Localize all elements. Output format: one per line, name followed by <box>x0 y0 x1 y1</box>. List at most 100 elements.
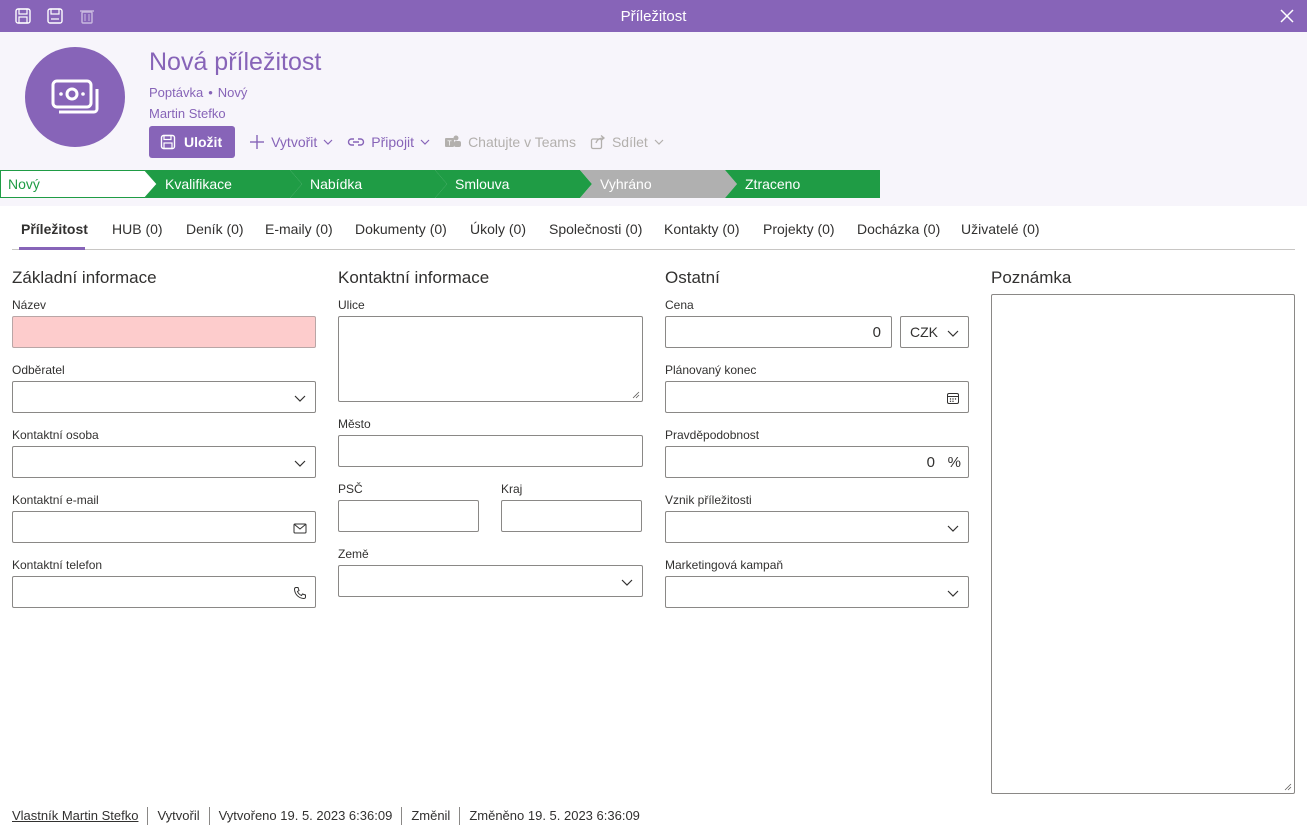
tab-dochazka[interactable]: Docházka (0) <box>857 221 940 237</box>
campaign-label: Marketingová kampaň <box>665 558 784 572</box>
probability-input[interactable]: 0 % <box>665 446 969 478</box>
mail-icon[interactable] <box>293 521 307 535</box>
contact-phone-field[interactable] <box>12 576 316 608</box>
section-title-contact: Kontaktní informace <box>338 268 490 287</box>
tab-dokumenty[interactable]: Dokumenty (0) <box>355 221 447 237</box>
name-label: Název <box>12 298 47 312</box>
contact-email-field[interactable] <box>12 511 316 543</box>
save-icon <box>160 134 176 150</box>
stage-nabidka[interactable]: Nabídka <box>290 170 448 198</box>
price-input[interactable]: 0 <box>665 316 892 348</box>
origin-label: Vznik příležitosti <box>665 493 752 507</box>
percent-unit: % <box>947 454 961 471</box>
chevron-down-icon <box>621 579 633 586</box>
chevron-down-icon <box>323 139 333 145</box>
teams-chat-button[interactable]: T Chatujte v Teams <box>444 134 576 150</box>
modified-by: Změnil <box>401 807 459 825</box>
stage-label: Ztraceno <box>745 176 801 192</box>
contact-email-label: Kontaktní e-mail <box>12 493 99 507</box>
price-value: 0 <box>872 324 881 341</box>
section-title-note: Poznámka <box>991 268 1072 287</box>
record-title: Nová příležitost <box>149 48 322 76</box>
contact-phone-label: Kontaktní telefon <box>12 558 103 572</box>
probability-label: Pravděpodobnost <box>665 428 760 442</box>
plus-icon <box>250 135 265 149</box>
tab-projekty[interactable]: Projekty (0) <box>763 221 835 237</box>
stage-ztraceno[interactable]: Ztraceno <box>725 170 880 198</box>
tab-ukoly[interactable]: Úkoly (0) <box>470 221 526 237</box>
stage-kvalifikace[interactable]: Kvalifikace <box>145 170 303 198</box>
tab-bar: Příležitost HUB (0) Deník (0) E-maily (0… <box>12 206 1295 250</box>
price-label: Cena <box>665 298 694 312</box>
teams-chat-label: Chatujte v Teams <box>468 134 576 150</box>
window-title: Příležitost <box>620 8 687 25</box>
origin-select[interactable] <box>665 511 969 543</box>
modified-at: Změněno 19. 5. 2023 6:36:09 <box>459 807 649 825</box>
name-input[interactable] <box>12 316 316 348</box>
active-tab-indicator <box>19 247 85 250</box>
tab-denik[interactable]: Deník (0) <box>186 221 244 237</box>
share-icon <box>590 135 605 150</box>
stage-label: Kvalifikace <box>165 176 232 192</box>
tab-hub[interactable]: HUB (0) <box>112 221 163 237</box>
country-label: Země <box>338 547 369 561</box>
stage-novy[interactable]: Nový <box>0 170 158 198</box>
svg-text:T: T <box>447 141 452 148</box>
attach-button-label: Připojit <box>371 134 415 150</box>
share-button[interactable]: Sdílet <box>590 134 664 150</box>
country-select[interactable] <box>338 565 643 597</box>
save-button[interactable]: Uložit <box>149 126 236 158</box>
resize-handle-icon[interactable] <box>1284 783 1292 791</box>
customer-select[interactable] <box>12 381 316 413</box>
chevron-down-icon <box>420 139 430 145</box>
currency-select[interactable]: CZK <box>900 316 969 348</box>
attach-button[interactable]: Připojit <box>347 134 430 150</box>
teams-icon: T <box>445 135 462 148</box>
resize-handle-icon[interactable] <box>632 391 640 399</box>
stage-vyhrano[interactable]: Vyhráno <box>580 170 738 198</box>
chevron-down-icon <box>294 395 306 402</box>
section-title-other: Ostatní <box>665 268 720 287</box>
created-at: Vytvořeno 19. 5. 2023 6:36:09 <box>208 807 402 825</box>
note-textarea[interactable] <box>991 294 1295 794</box>
chevron-down-icon <box>654 139 664 145</box>
save-button-label: Uložit <box>184 134 223 150</box>
calendar-icon[interactable] <box>946 391 960 405</box>
tab-kontakty[interactable]: Kontakty (0) <box>664 221 739 237</box>
separator-dot: • <box>208 85 213 100</box>
tab-spolecnosti[interactable]: Společnosti (0) <box>549 221 642 237</box>
chevron-down-icon <box>294 460 306 467</box>
contact-person-select[interactable] <box>12 446 316 478</box>
link-icon <box>348 138 365 146</box>
campaign-select[interactable] <box>665 576 969 608</box>
created-by: Vytvořil <box>147 807 208 825</box>
record-subtitle: Poptávka • Nový <box>149 85 247 100</box>
share-button-label: Sdílet <box>611 134 648 150</box>
city-input[interactable] <box>338 435 643 467</box>
record-footer: Vlastník Martin Stefko Vytvořil Vytvořen… <box>12 807 649 825</box>
tab-emaily[interactable]: E-maily (0) <box>265 221 333 237</box>
city-label: Město <box>338 417 371 431</box>
zip-input[interactable] <box>338 500 479 532</box>
tab-uzivatele[interactable]: Uživatelé (0) <box>961 221 1040 237</box>
owner-link[interactable]: Vlastník Martin Stefko <box>12 807 147 825</box>
chevron-down-icon <box>947 525 959 532</box>
street-textarea[interactable] <box>338 316 643 402</box>
stage-smlouva[interactable]: Smlouva <box>435 170 593 198</box>
planned-end-date-field[interactable] <box>665 381 969 413</box>
phone-icon[interactable] <box>293 586 307 600</box>
process-bar: Nový Kvalifikace Nabídka Smlouva Vyhráno… <box>0 170 880 198</box>
record-type: Poptávka <box>149 85 204 100</box>
record-avatar <box>25 47 125 147</box>
money-icon <box>51 79 99 114</box>
create-button[interactable]: Vytvořit <box>249 134 333 150</box>
stage-label: Nový <box>8 176 40 192</box>
customer-label: Odběratel <box>12 363 65 377</box>
planned-end-label: Plánovaný konec <box>665 363 757 377</box>
record-owner[interactable]: Martin Stefko <box>149 106 226 121</box>
close-icon[interactable] <box>1277 6 1297 26</box>
region-label: Kraj <box>501 482 523 496</box>
chevron-down-icon <box>947 590 959 597</box>
region-input[interactable] <box>501 500 642 532</box>
tab-prilezitost[interactable]: Příležitost <box>21 221 88 237</box>
